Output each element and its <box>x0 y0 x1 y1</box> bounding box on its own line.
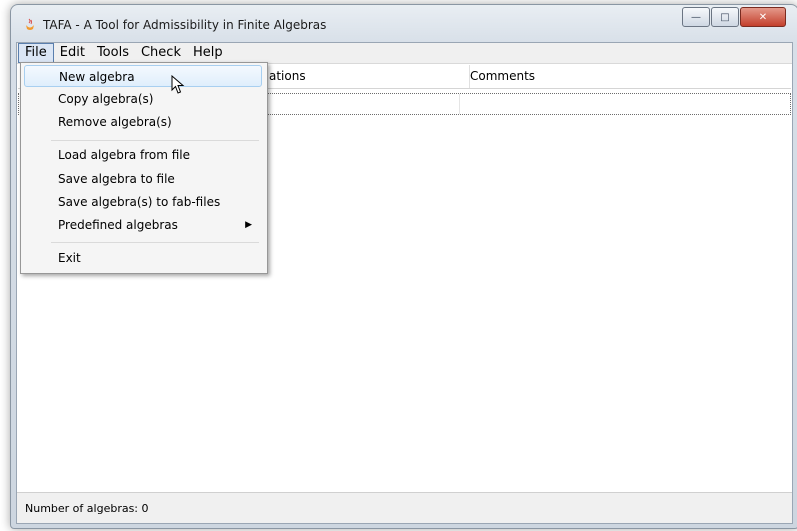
algebra-count-status: Number of algebras: 0 <box>25 502 149 515</box>
menu-edit[interactable]: Edit <box>54 44 91 62</box>
minimize-button[interactable]: — <box>682 7 710 27</box>
window-controls: — □ ✕ <box>682 7 786 27</box>
menu-item-exit[interactable]: Exit <box>24 247 262 269</box>
window-title: TAFA - A Tool for Admissibility in Finit… <box>43 18 327 32</box>
menu-separator <box>51 140 259 141</box>
java-cup-icon <box>26 18 34 30</box>
close-button[interactable]: ✕ <box>740 7 786 27</box>
menu-check[interactable]: Check <box>135 44 187 62</box>
menu-help[interactable]: Help <box>187 44 229 62</box>
menu-separator <box>51 242 259 243</box>
row-divider <box>459 94 460 114</box>
menu-tools[interactable]: Tools <box>91 44 135 62</box>
menu-item-label: Predefined algebras <box>58 218 178 232</box>
menu-item-remove-algebras[interactable]: Remove algebra(s) <box>24 111 262 133</box>
maximize-button[interactable]: □ <box>711 7 739 27</box>
menu-item-load-algebra[interactable]: Load algebra from file <box>24 144 262 166</box>
menu-file[interactable]: File <box>18 43 54 63</box>
mouse-cursor-icon <box>171 75 185 94</box>
menu-item-predefined-algebras[interactable]: Predefined algebras ▶ <box>24 214 262 236</box>
menu-item-copy-algebras[interactable]: Copy algebra(s) <box>24 88 262 110</box>
submenu-arrow-icon: ▶ <box>245 220 252 230</box>
menu-bar: File Edit Tools Check Help <box>17 43 792 64</box>
column-header-operations[interactable]: ations <box>263 65 470 88</box>
menu-item-new-algebra[interactable]: New algebra <box>24 65 262 87</box>
file-menu-dropdown: New algebra Copy algebra(s) Remove algeb… <box>20 62 268 274</box>
column-header-comments[interactable]: Comments <box>464 65 790 88</box>
title-bar[interactable]: TAFA - A Tool for Admissibility in Finit… <box>11 5 797 43</box>
menu-item-save-fab-files[interactable]: Save algebra(s) to fab-files <box>24 191 262 213</box>
status-bar: Number of algebras: 0 <box>17 492 792 523</box>
menu-item-save-algebra[interactable]: Save algebra to file <box>24 168 262 190</box>
